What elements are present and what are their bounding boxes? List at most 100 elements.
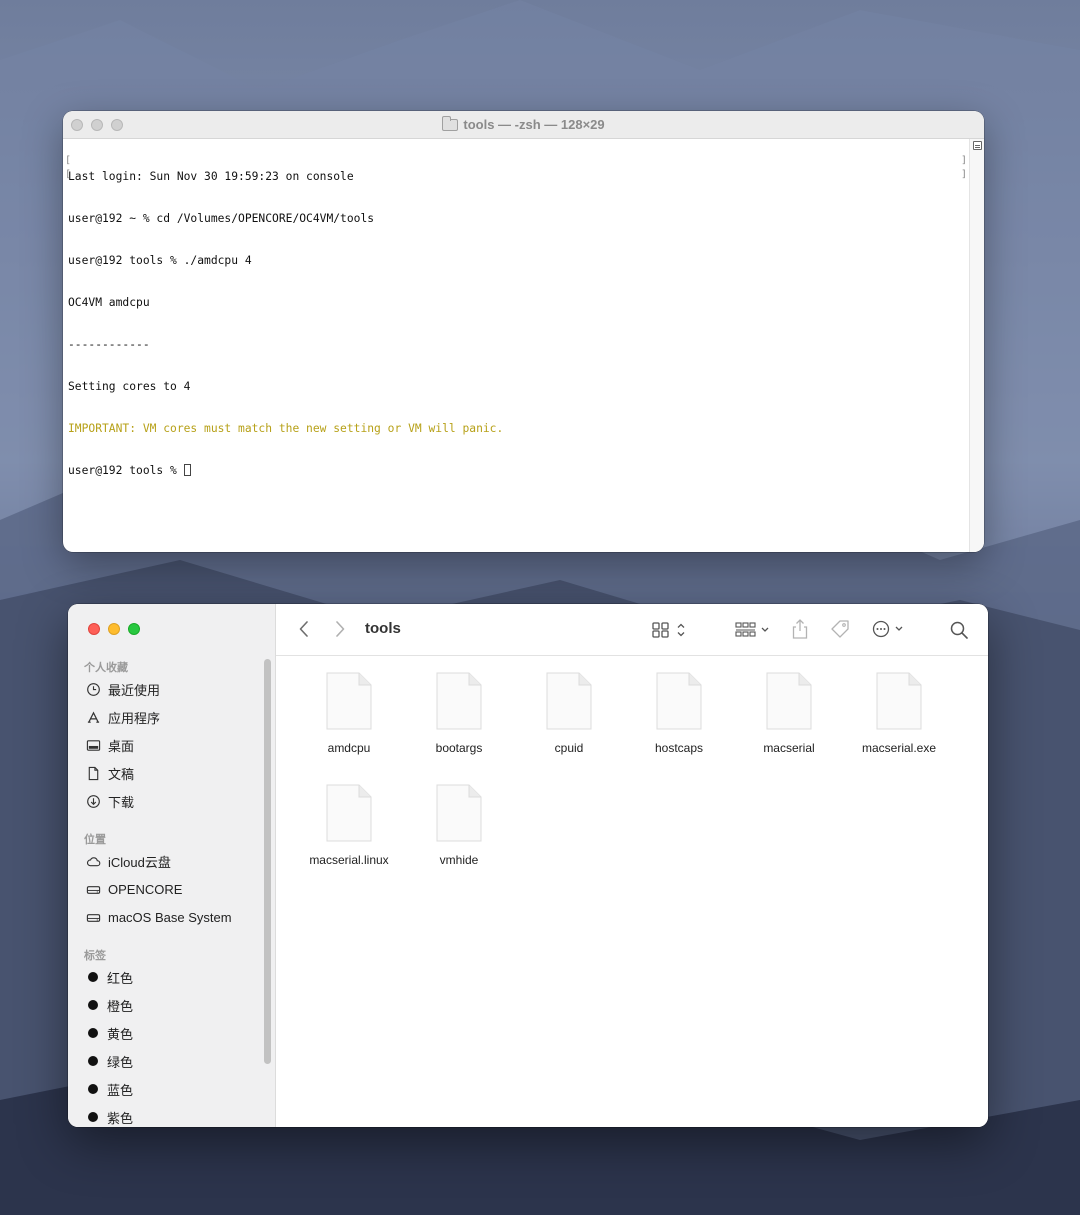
terminal-window[interactable]: tools — -zsh — 128×29 Last login: Sun No…: [63, 111, 984, 552]
folder-icon: [442, 115, 459, 131]
sidebar-item-tag-yellow[interactable]: 黄色: [86, 1023, 133, 1043]
mark-bracket: [: [65, 155, 72, 166]
zoom-button[interactable]: [111, 119, 123, 131]
close-button[interactable]: [88, 623, 100, 635]
drive-icon: [86, 910, 101, 925]
terminal-titlebar[interactable]: tools — -zsh — 128×29: [63, 111, 984, 139]
terminal-line: ------------: [68, 338, 150, 351]
sidebar-item-tag-purple[interactable]: 紫色: [86, 1107, 133, 1127]
minimize-button[interactable]: [108, 623, 120, 635]
share-icon: [792, 619, 808, 639]
search-icon: [950, 621, 968, 639]
sidebar-item-label: 绿色: [107, 1054, 134, 1070]
sidebar-item-documents[interactable]: 文稿: [86, 763, 134, 783]
sidebar-item-label: 下载: [108, 794, 135, 810]
tag-button[interactable]: [828, 618, 852, 640]
document-icon: [86, 766, 101, 781]
terminal-line: Last login: Sun Nov 30 19:59:23 on conso…: [68, 170, 354, 183]
file-item[interactable]: macserial: [734, 656, 844, 755]
sidebar-item-tag-blue[interactable]: 蓝色: [86, 1079, 133, 1099]
tag-icon: [831, 620, 849, 638]
sidebar-item-tag-green[interactable]: 绿色: [86, 1051, 133, 1071]
file-name: bootargs: [435, 741, 483, 755]
sidebar-item-label: macOS Base System: [108, 909, 232, 925]
finder-sidebar[interactable]: 个人收藏 最近使用 应用程序 桌面 文稿 下载 位置 iCloud云盘 OPEN…: [68, 604, 276, 1127]
terminal-scrollbar[interactable]: [969, 139, 984, 552]
terminal-warning-line: IMPORTANT: VM cores must match the new s…: [68, 422, 504, 435]
document-file-icon: [546, 672, 592, 730]
sidebar-item-icloud[interactable]: iCloud云盘: [86, 851, 171, 871]
minimize-button[interactable]: [91, 119, 103, 131]
document-file-icon: [436, 784, 482, 842]
sidebar-item-opencore[interactable]: OPENCORE: [86, 879, 182, 899]
share-button[interactable]: [789, 618, 811, 640]
file-item[interactable]: macserial.exe: [844, 656, 954, 755]
terminal-output[interactable]: Last login: Sun Nov 30 19:59:23 on conso…: [63, 139, 969, 552]
view-mode-button[interactable]: [651, 620, 689, 640]
cloud-icon: [86, 854, 101, 869]
sidebar-item-label: OPENCORE: [108, 881, 183, 897]
drive-icon: [86, 882, 101, 897]
icon-grid-icon: [652, 622, 685, 638]
file-item[interactable]: bootargs: [404, 656, 514, 755]
terminal-line: Setting cores to 4: [68, 380, 191, 393]
more-actions-button[interactable]: [872, 619, 908, 639]
applications-icon: [86, 710, 101, 725]
file-name: cpuid: [554, 741, 584, 755]
group-icon: [735, 622, 769, 637]
sidebar-item-desktop[interactable]: 桌面: [86, 735, 134, 755]
close-button[interactable]: [71, 119, 83, 131]
sidebar-item-downloads[interactable]: 下载: [86, 791, 134, 811]
sidebar-item-label: 最近使用: [108, 682, 161, 698]
mark-bracket: ]: [960, 169, 967, 180]
file-item[interactable]: amdcpu: [294, 656, 404, 755]
text-cursor: [183, 464, 191, 476]
tag-dot-icon: [88, 1028, 98, 1038]
document-file-icon: [326, 784, 372, 842]
favorites-header: 个人收藏: [84, 662, 128, 674]
locations-header: 位置: [84, 834, 106, 846]
document-file-icon: [326, 672, 372, 730]
sidebar-item-tag-red[interactable]: 红色: [86, 967, 133, 987]
file-name: macserial.exe: [861, 741, 937, 755]
forward-button[interactable]: [330, 619, 350, 639]
sidebar-item-recents[interactable]: 最近使用: [86, 679, 160, 699]
file-item[interactable]: vmhide: [404, 768, 514, 867]
chevron-right-icon: [336, 621, 345, 637]
document-file-icon: [766, 672, 812, 730]
window-controls: [88, 623, 140, 635]
file-name: amdcpu: [327, 741, 371, 755]
folder-title: tools: [365, 620, 401, 637]
sidebar-item-applications[interactable]: 应用程序: [86, 707, 160, 727]
tag-dot-icon: [88, 1000, 98, 1010]
file-name: vmhide: [439, 853, 479, 867]
sidebar-item-label: 红色: [107, 970, 134, 986]
file-name: hostcaps: [654, 741, 704, 755]
sidebar-item-macos-base-system[interactable]: macOS Base System: [86, 907, 232, 927]
terminal-line: user@192 ~ % cd /Volumes/OPENCORE/OC4VM/…: [68, 212, 375, 225]
file-item[interactable]: hostcaps: [624, 656, 734, 755]
document-file-icon: [436, 672, 482, 730]
group-by-button[interactable]: [734, 620, 772, 640]
download-icon: [86, 794, 101, 809]
file-item[interactable]: macserial.linux: [294, 768, 404, 867]
tag-dot-icon: [88, 972, 98, 982]
window-controls: [71, 119, 123, 131]
sidebar-item-tag-orange[interactable]: 橙色: [86, 995, 133, 1015]
finder-window[interactable]: 个人收藏 最近使用 应用程序 桌面 文稿 下载 位置 iCloud云盘 OPEN…: [68, 604, 988, 1127]
split-pane-icon[interactable]: [973, 141, 982, 150]
desktop-icon: [86, 738, 101, 753]
sidebar-scrollbar[interactable]: [264, 659, 271, 1064]
sidebar-item-label: 紫色: [107, 1110, 134, 1126]
file-grid[interactable]: amdcpu bootargs cpuid hostcaps macserial…: [276, 656, 988, 1127]
sidebar-item-label: 蓝色: [107, 1082, 134, 1098]
search-button[interactable]: [948, 619, 970, 641]
back-button[interactable]: [294, 619, 314, 639]
sidebar-item-label: 黄色: [107, 1026, 134, 1042]
terminal-prompt-line[interactable]: user@192 tools %: [68, 464, 969, 478]
tags-header: 标签: [84, 950, 106, 962]
file-item[interactable]: cpuid: [514, 656, 624, 755]
zoom-button[interactable]: [128, 623, 140, 635]
document-file-icon: [656, 672, 702, 730]
mark-bracket: ]: [960, 155, 967, 166]
